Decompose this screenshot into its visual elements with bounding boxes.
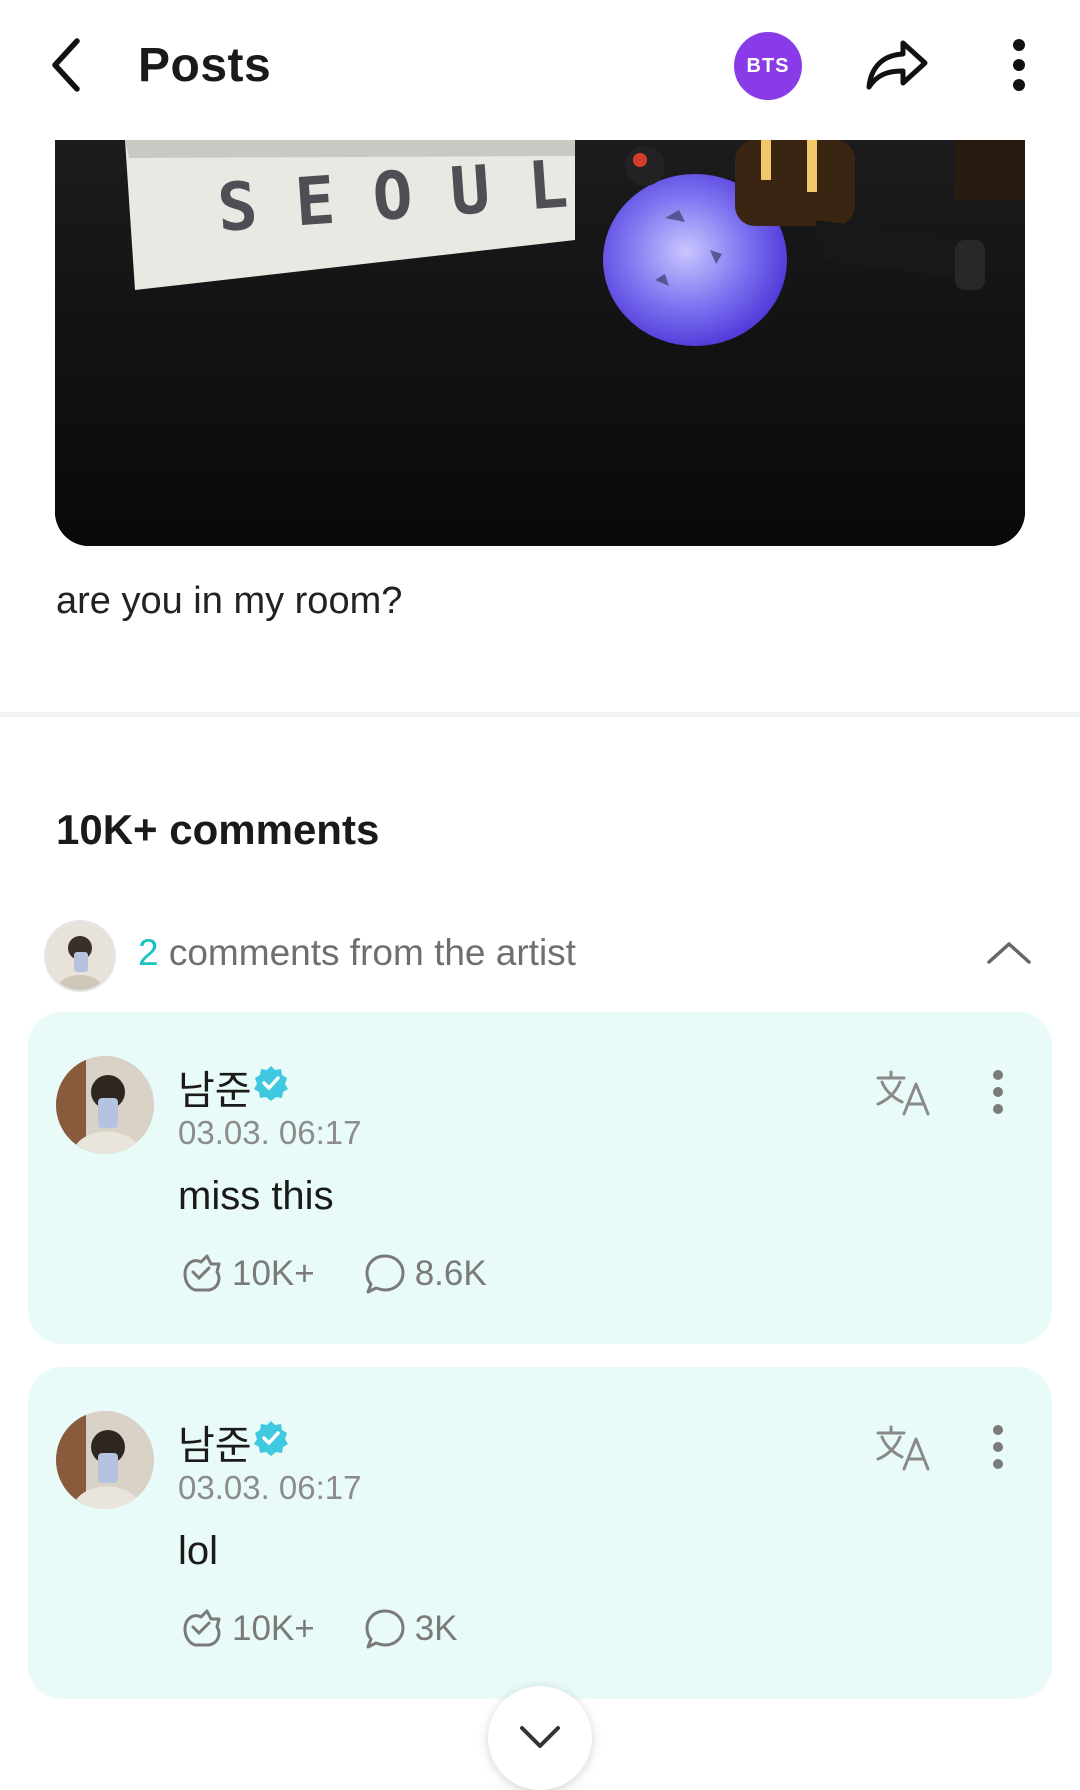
like-icon	[183, 1609, 221, 1647]
artist-comment-card[interactable]: 남준 03.03. 06:17 lol 10K+ 3K	[28, 1367, 1052, 1699]
more-vertical-icon	[1013, 39, 1025, 91]
comment-text: miss this	[178, 1174, 334, 1218]
artist-comment-card[interactable]: 남준 03.03. 06:17 miss this 10K+ 8.6K	[28, 1012, 1052, 1344]
comment-more-button[interactable]	[988, 1419, 1008, 1475]
post-caption: are you in my room?	[56, 580, 403, 622]
more-vertical-icon	[993, 1425, 1003, 1469]
collapse-button[interactable]	[984, 932, 1034, 972]
section-divider	[0, 712, 1080, 717]
comment-author[interactable]: 남준	[178, 1413, 252, 1471]
artist-comments-text: comments from the artist	[158, 932, 576, 973]
translate-icon	[876, 1425, 930, 1471]
like-count: 10K+	[232, 1609, 315, 1648]
comment-bubble-icon	[365, 1609, 405, 1649]
avatar[interactable]	[56, 1056, 154, 1154]
comments-count-heading: 10K+ comments	[56, 806, 380, 853]
comment-more-button[interactable]	[988, 1064, 1008, 1120]
comment-actions: 10K+ 3K	[178, 1607, 458, 1651]
verified-badge-icon	[254, 1421, 288, 1456]
comment-text: lol	[178, 1529, 219, 1573]
like-count: 10K+	[232, 1254, 315, 1293]
post-image[interactable]: SEOUL	[55, 140, 1025, 546]
translate-button[interactable]	[874, 1423, 934, 1473]
community-badge[interactable]: BTS	[734, 32, 802, 100]
translate-button[interactable]	[874, 1068, 934, 1118]
back-arrow-icon	[52, 38, 80, 92]
reply-count: 3K	[414, 1609, 458, 1648]
share-icon	[866, 40, 928, 90]
reply-count: 8.6K	[414, 1254, 487, 1293]
artist-comments-count: 2	[138, 932, 159, 973]
more-vertical-icon	[993, 1070, 1003, 1114]
share-button[interactable]	[862, 34, 932, 96]
reply-button[interactable]	[361, 1606, 409, 1652]
artist-comments-label: 2 comments from the artist	[138, 932, 576, 974]
comment-timestamp: 03.03. 06:17	[178, 1114, 362, 1151]
scroll-down-button[interactable]	[488, 1686, 592, 1790]
avatar	[44, 920, 116, 992]
artist-comments-toggle[interactable]: 2 comments from the artist	[44, 920, 1044, 992]
chevron-up-icon	[987, 942, 1031, 964]
like-button[interactable]	[178, 1606, 226, 1652]
chevron-down-icon	[520, 1726, 560, 1748]
like-icon	[183, 1254, 221, 1292]
comment-bubble-icon	[365, 1254, 405, 1294]
reply-button[interactable]	[361, 1251, 409, 1297]
more-options-button[interactable]	[1004, 34, 1034, 96]
comment-author[interactable]: 남준	[178, 1058, 252, 1116]
comment-actions: 10K+ 8.6K	[178, 1252, 487, 1296]
avatar[interactable]	[56, 1411, 154, 1509]
verified-badge-icon	[254, 1066, 288, 1101]
top-app-bar: Posts BTS	[0, 0, 1080, 140]
translate-icon	[876, 1070, 930, 1116]
back-button[interactable]	[40, 34, 92, 96]
page-title: Posts	[138, 39, 272, 92]
comment-timestamp: 03.03. 06:17	[178, 1469, 362, 1506]
like-button[interactable]	[178, 1251, 226, 1297]
